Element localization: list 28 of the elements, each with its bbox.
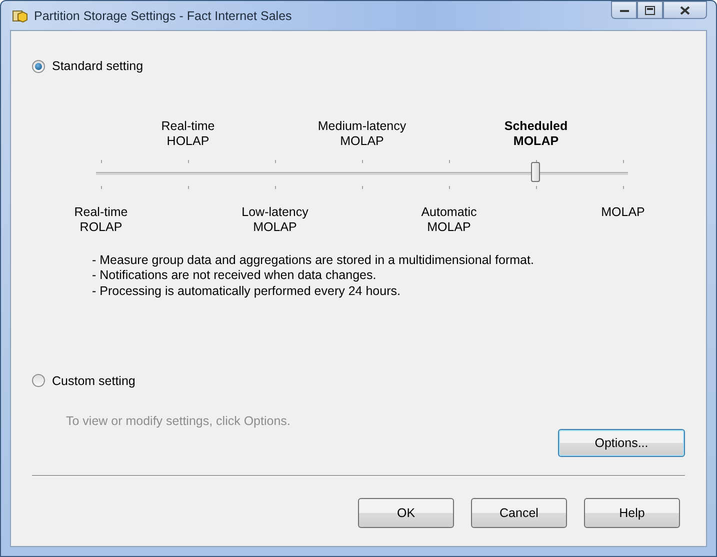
options-button[interactable]: Options... bbox=[558, 428, 685, 457]
close-icon bbox=[680, 6, 690, 14]
slider-label: Automatic MOLAP bbox=[421, 205, 477, 235]
dialog-button[interactable]: OK bbox=[358, 498, 454, 528]
description-line: - Processing is automatically performed every 24 hours. bbox=[92, 284, 402, 299]
slider-label: MOLAP bbox=[601, 205, 645, 220]
minimize-icon bbox=[620, 8, 628, 12]
window-title: Partition Storage Settings - Fact Internet Sales bbox=[34, 8, 292, 22]
radio-button[interactable] bbox=[32, 60, 45, 72]
slider-label: Real-time ROLAP bbox=[74, 205, 128, 235]
slider-thumb[interactable] bbox=[530, 162, 540, 182]
slider-label: Medium-latency MOLAP bbox=[318, 119, 406, 149]
dialog-button[interactable]: Cancel bbox=[471, 498, 567, 528]
radio-label: Standard setting bbox=[52, 59, 144, 73]
dialog-button[interactable]: Help bbox=[584, 498, 680, 528]
radio-label: Custom setting bbox=[52, 374, 136, 388]
slider-label: Real-time HOLAP bbox=[161, 119, 215, 149]
maximize-icon bbox=[645, 6, 655, 14]
maximize-button[interactable] bbox=[637, 1, 663, 19]
hint-text: To view or modify settings, click Options. bbox=[65, 414, 292, 428]
slider-label: Low-latency MOLAP bbox=[242, 205, 308, 235]
slider-label: Scheduled MOLAP bbox=[504, 119, 568, 149]
radio-button[interactable] bbox=[32, 374, 45, 388]
close-button[interactable] bbox=[663, 1, 707, 19]
cube-icon bbox=[12, 8, 28, 24]
description-line: - Measure group data and aggregations are stored in a multidimensional format. bbox=[92, 253, 535, 268]
minimize-button[interactable] bbox=[611, 1, 637, 19]
description-line: - Notifications are not received when data changes. bbox=[92, 268, 378, 284]
